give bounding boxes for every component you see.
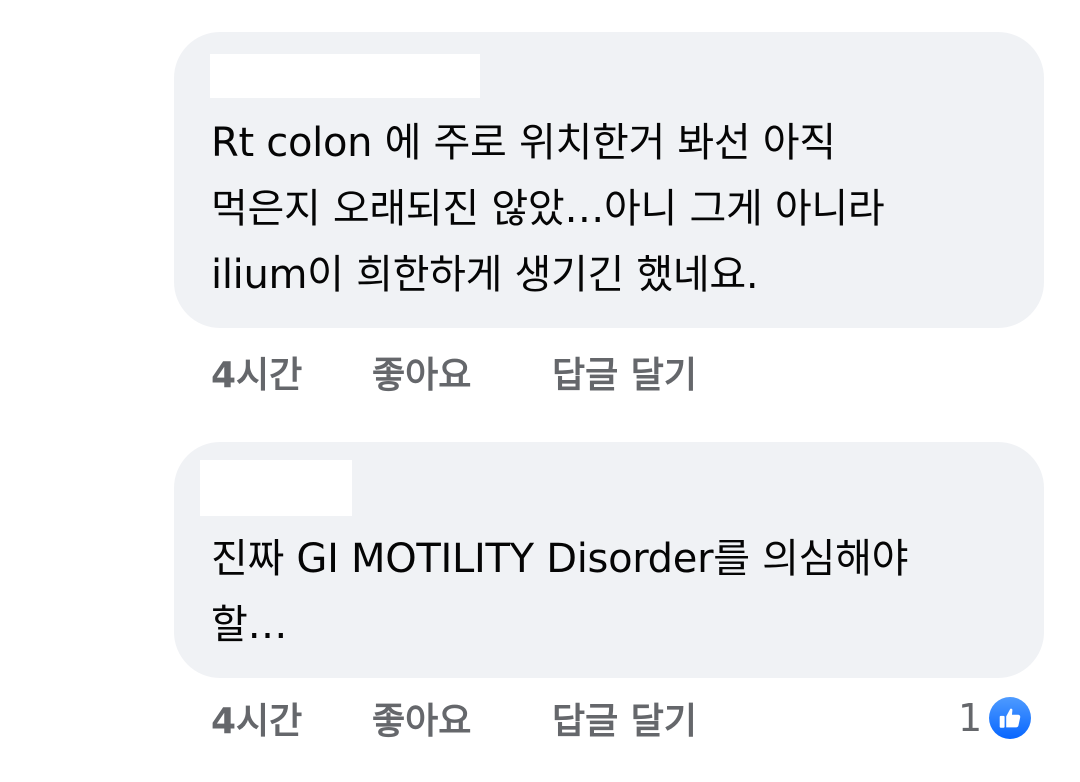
- comment-text-line: 할…: [211, 602, 288, 648]
- like-button[interactable]: 좋아요: [372, 702, 471, 742]
- thumbs-up-icon: [986, 694, 1035, 742]
- commenter-name-redacted[interactable]: [200, 460, 352, 516]
- like-button[interactable]: 좋아요: [372, 356, 471, 396]
- comment-text-line: ilium이 희한하게 생기긴 했네요.: [211, 252, 759, 298]
- reaction-count: 1: [958, 696, 983, 740]
- reply-button[interactable]: 답글 달기: [552, 702, 697, 742]
- commenter-name-redacted[interactable]: [210, 54, 480, 98]
- comment-text-line: 진짜 GI MOTILITY Disorder를 의심해야: [211, 536, 909, 582]
- comment-text-line: Rt colon 에 주로 위치한거 봐선 아직: [211, 120, 836, 166]
- reaction-summary[interactable]: 1: [958, 694, 1035, 742]
- comment-timestamp[interactable]: 4시간: [211, 356, 302, 396]
- comment-text-line: 먹은지 오래되진 않았…아니 그게 아니라: [211, 186, 885, 232]
- reply-button[interactable]: 답글 달기: [552, 356, 697, 396]
- comment-timestamp[interactable]: 4시간: [211, 702, 302, 742]
